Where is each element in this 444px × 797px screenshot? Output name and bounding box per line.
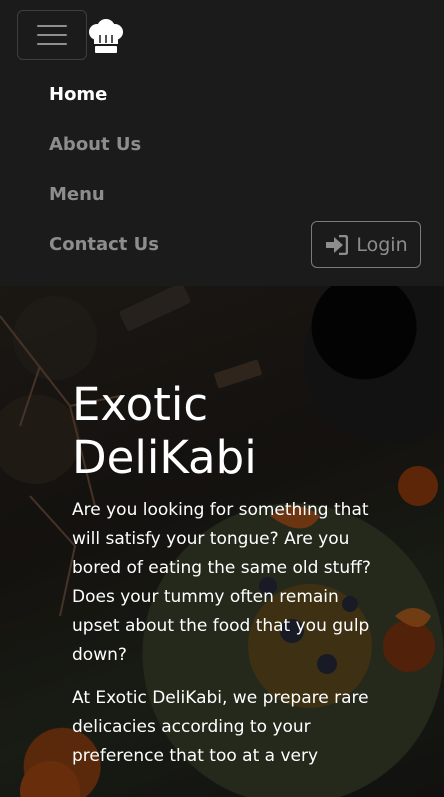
nav-item-home[interactable]: Home [49, 80, 159, 130]
login-button[interactable]: Login [311, 221, 421, 268]
nav-menu: Home About Us Menu Contact Us [49, 80, 159, 280]
nav-item-contact-us[interactable]: Contact Us [49, 230, 159, 280]
sign-in-icon [326, 234, 349, 255]
hero-paragraph: Are you looking for something that will … [72, 500, 371, 665]
nav-item-about-us[interactable]: About Us [49, 130, 159, 180]
hamburger-icon [37, 25, 67, 27]
hero-section: Exotic DeliKabi Are you looking for some… [0, 286, 444, 797]
navbar: Home About Us Menu Contact Us Login [0, 0, 444, 286]
nav-item-menu[interactable]: Menu [49, 180, 159, 230]
hero-content: Exotic DeliKabi Are you looking for some… [72, 378, 382, 771]
login-label: Login [356, 233, 408, 256]
chef-hat-icon[interactable] [87, 18, 125, 56]
hero-paragraph: At Exotic DeliKabi, we prepare rare deli… [72, 688, 369, 766]
menu-toggle-button[interactable] [17, 10, 87, 60]
hero-title: Exotic DeliKabi [72, 378, 257, 484]
